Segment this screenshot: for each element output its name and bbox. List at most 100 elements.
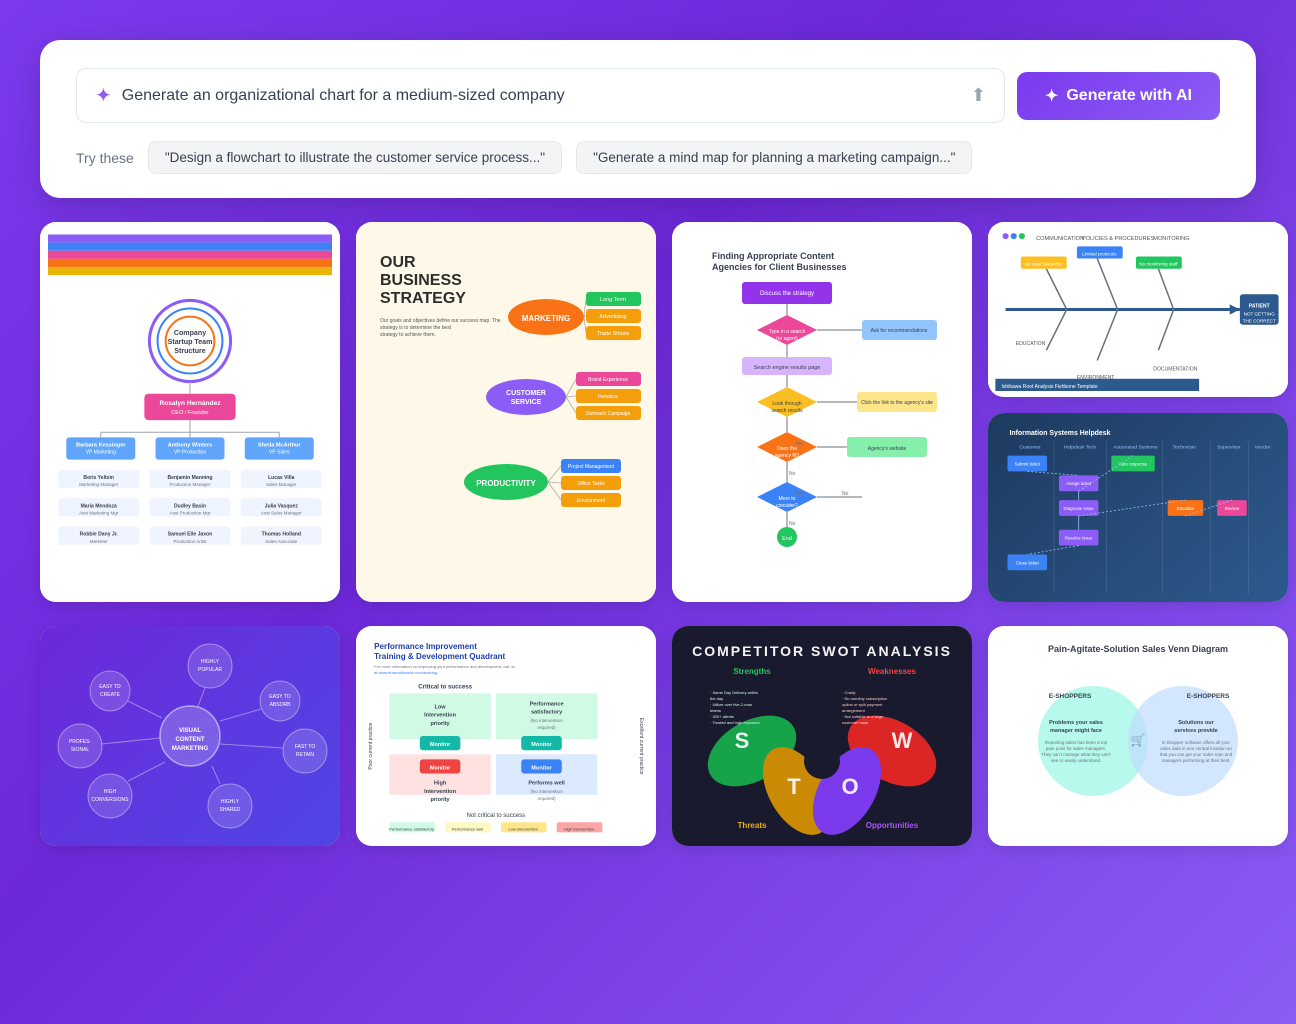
svg-text:· Costly: · Costly: [842, 690, 856, 695]
generate-button[interactable]: ✦ Generate with AI: [1017, 72, 1220, 120]
svg-text:priority: priority: [430, 721, 450, 727]
svg-text:Yes: Yes: [795, 491, 804, 497]
upload-icon[interactable]: ⬆: [971, 85, 986, 106]
svg-text:CUSTOMER: CUSTOMER: [506, 390, 546, 397]
fishbone-card[interactable]: COMMUNICATION POLICIES & PROCEDURES MONI…: [988, 222, 1288, 397]
strategy-svg: OUR BUSINESS STRATEGY Our goals and obje…: [366, 232, 646, 592]
svg-text:managers performing at their b: managers performing at their best.: [1162, 758, 1231, 763]
search-row: ✦ ⬆ ✦ Generate with AI: [76, 68, 1220, 123]
svg-text:Monitor: Monitor: [531, 765, 552, 771]
flowchart-card[interactable]: Finding Appropriate Content Agencies for…: [672, 222, 972, 602]
svg-text:They can't manage what they ca: They can't manage what they can't: [1041, 752, 1111, 757]
svg-text:RETAIN: RETAIN: [296, 752, 314, 758]
svg-text:· Same Day Delivery within: · Same Day Delivery within: [710, 690, 758, 695]
suggestion-chip-1[interactable]: "Design a flowchart to illustrate the cu…: [148, 141, 562, 174]
quadrant-card[interactable]: Performance Improvement Training & Devel…: [356, 626, 656, 846]
svg-text:Structure: Structure: [174, 347, 206, 355]
generate-label: Generate with AI: [1066, 87, 1192, 105]
svg-text:CONVERSIONS: CONVERSIONS: [92, 797, 130, 803]
try-these-label: Try these: [76, 150, 134, 166]
svg-text:strategy to achieve them.: strategy to achieve them.: [380, 332, 436, 338]
svg-text:E-Shopper software offers all: E-Shopper software offers all your: [1162, 740, 1230, 745]
search-input[interactable]: [122, 87, 961, 105]
suggestion-chip-2[interactable]: "Generate a mind map for planning a mark…: [576, 141, 972, 174]
svg-text:customer base: customer base: [842, 720, 869, 725]
svg-text:Sales Associate: Sales Associate: [265, 539, 298, 544]
svg-text:Performance Improvement: Performance Improvement: [374, 642, 477, 651]
svg-text:Maria Mendoza: Maria Mendoza: [81, 503, 117, 509]
svg-text:Technician: Technician: [1173, 445, 1197, 451]
svg-text:Outreach Campaign: Outreach Campaign: [586, 411, 631, 417]
strategy-card[interactable]: OUR BUSINESS STRATEGY Our goals and obje…: [356, 222, 656, 602]
svg-text:Trade Shows: Trade Shows: [597, 331, 629, 337]
swot-card[interactable]: COMPETITOR SWOT ANALYSIS Strengths Weakn…: [672, 626, 972, 846]
svg-text:Assign ticket: Assign ticket: [1066, 481, 1092, 486]
main-container: ✦ ⬆ ✦ Generate with AI Try these "Design…: [0, 0, 1296, 1024]
svg-text:Close ticket: Close ticket: [1016, 560, 1040, 565]
swot-svg: COMPETITOR SWOT ANALYSIS Strengths Weakn…: [682, 636, 962, 836]
svg-text:search results: search results: [771, 408, 803, 414]
svg-text:required): required): [537, 725, 556, 730]
svg-text:Escalate: Escalate: [1177, 506, 1195, 511]
svg-text:Sales Manager: Sales Manager: [266, 482, 297, 487]
svg-text:Project Management: Project Management: [568, 464, 615, 470]
svg-text:Production Artist: Production Artist: [173, 539, 207, 544]
svg-text:Monitor: Monitor: [430, 742, 451, 748]
svg-text:Production Manager: Production Manager: [170, 482, 211, 487]
svg-text:Lucas Villa: Lucas Villa: [268, 475, 295, 481]
svg-text:CONTENT: CONTENT: [176, 737, 205, 743]
mindmap-card[interactable]: VISUAL CONTENT MARKETING EASY TO CREATE …: [40, 626, 340, 846]
svg-text:Problems your sales: Problems your sales: [1049, 720, 1103, 726]
svg-text:Critical to success: Critical to success: [418, 683, 472, 690]
svg-text:Resolve issue: Resolve issue: [1065, 536, 1093, 541]
svg-text:Advertising: Advertising: [599, 314, 626, 320]
svg-text:Robbie Dany Jr.: Robbie Dany Jr.: [80, 532, 119, 538]
svg-text:HIGH: HIGH: [104, 789, 117, 795]
svg-text:sales data in one central loca: sales data in one central location so: [1160, 746, 1232, 751]
svg-text:DOCUMENTATION: DOCUMENTATION: [1153, 367, 1197, 373]
svg-text:· No monthly subscription: · No monthly subscription: [842, 696, 887, 701]
svg-text:E-SHOPPERS: E-SHOPPERS: [1049, 693, 1092, 700]
svg-text:EDUCATION: EDUCATION: [1016, 341, 1046, 347]
svg-text:DOSAGE: DOSAGE: [1249, 326, 1269, 331]
svg-text:Threats: Threats: [738, 821, 767, 830]
svg-text:SERVICE: SERVICE: [511, 399, 542, 406]
svg-text:Helpdesk Tech: Helpdesk Tech: [1064, 445, 1097, 451]
svg-text:No clear hierarchy: No clear hierarchy: [1025, 262, 1063, 267]
svg-text:W: W: [892, 728, 913, 753]
svg-text:agency fit?: agency fit?: [775, 453, 799, 459]
svg-text:COMMUNICATION: COMMUNICATION: [1036, 236, 1084, 242]
svg-text:Environment: Environment: [577, 498, 606, 504]
svg-text:Samuel Elle Jaxon: Samuel Elle Jaxon: [168, 532, 212, 538]
svg-text:HIGHLY: HIGHLY: [201, 659, 220, 665]
venn-card[interactable]: Pain-Agitate-Solution Sales Venn Diagram…: [988, 626, 1288, 846]
svg-text:T: T: [787, 774, 801, 799]
svg-text:Search engine results page: Search engine results page: [754, 365, 821, 371]
svg-text:Company: Company: [174, 329, 206, 337]
svg-text:· Trusted and high exposure: · Trusted and high exposure: [710, 720, 761, 725]
svg-text:satisfactory: satisfactory: [531, 710, 563, 716]
search-card: ✦ ⬆ ✦ Generate with AI Try these "Design…: [40, 40, 1256, 198]
svg-text:Monitor: Monitor: [531, 742, 552, 748]
svg-text:Intervention: Intervention: [424, 713, 456, 719]
svg-text:More to: More to: [779, 496, 796, 502]
svg-text:(No intervention: (No intervention: [531, 718, 564, 723]
svg-text:No: No: [789, 471, 796, 477]
svg-text:EASY TO: EASY TO: [99, 684, 121, 690]
svg-text:Customer: Customer: [1019, 445, 1041, 451]
org-chart-card[interactable]: Company Startup Team Structure Rosalyn H…: [40, 222, 340, 602]
svg-text:FAST TO: FAST TO: [295, 744, 316, 750]
svg-text:POLICIES & PROCEDURES: POLICIES & PROCEDURES: [1082, 236, 1154, 242]
svg-text:arrangement: arrangement: [842, 708, 866, 713]
svg-text:Ask for recommendations: Ask for recommendations: [871, 328, 928, 334]
helpdesk-card[interactable]: Information Systems Helpdesk Customer He…: [988, 413, 1288, 602]
svg-text:Retailers: Retailers: [598, 394, 618, 400]
svg-text:VP Sales: VP Sales: [269, 450, 290, 456]
svg-text:ABSORB: ABSORB: [270, 702, 292, 708]
svg-text:Performance well: Performance well: [452, 826, 483, 831]
svg-text:High intervention: High intervention: [564, 826, 594, 831]
svg-text:strategy is to determine the b: strategy is to determine the best: [380, 325, 452, 331]
svg-text:pain point for sales managers.: pain point for sales managers.: [1046, 746, 1106, 751]
svg-text:Asst Marketing Mgr: Asst Marketing Mgr: [79, 510, 119, 515]
svg-text:SIONAL: SIONAL: [71, 747, 90, 753]
